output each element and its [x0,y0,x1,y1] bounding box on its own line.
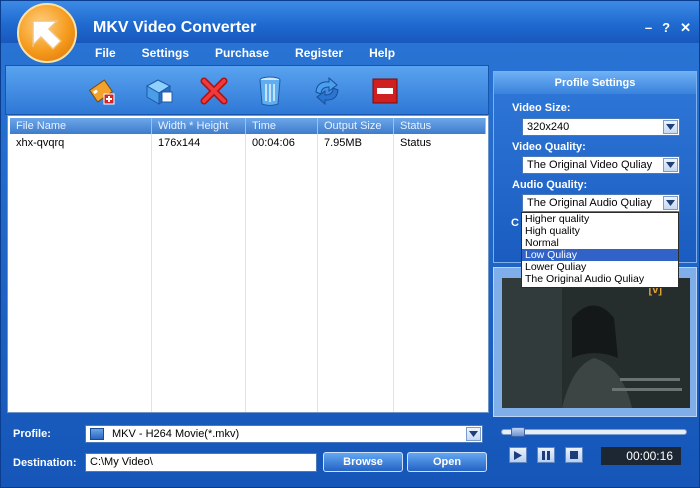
destination-input[interactable]: C:\My Video\ [85,453,317,472]
chevron-down-icon[interactable] [663,158,678,172]
profile-select[interactable]: MKV - H264 Movie(*.mkv) [85,425,483,443]
audio-option[interactable]: Lower Quliay [522,261,678,273]
stop-icon [372,78,398,104]
minimize-button[interactable]: – [645,21,652,35]
cell-time: 00:04:06 [252,137,295,149]
stop-square-icon [570,451,578,459]
pause-icon [542,450,550,460]
audio-option[interactable]: Normal [522,237,678,249]
column-divider [317,134,318,412]
open-button[interactable]: Open [407,452,487,472]
cell-dimensions: 176x144 [158,137,201,149]
column-divider [151,134,152,412]
column-header-time[interactable]: Time [246,118,318,134]
audio-option-selected[interactable]: Low Quliay [522,249,678,261]
title-bar: MKV Video Converter – ? ✕ [1,1,699,43]
menu-register[interactable]: Register [295,46,343,60]
menu-settings[interactable]: Settings [142,46,189,60]
add-video-icon [88,79,115,105]
cell-status: Status [400,137,432,149]
main-window: MKV Video Converter – ? ✕ File Settings … [0,0,700,488]
column-header-file-name[interactable]: File Name [10,118,152,134]
menu-file[interactable]: File [95,46,116,60]
add-folder-button[interactable] [142,74,176,108]
column-header-output-size[interactable]: Output Size [318,118,394,134]
app-logo [17,3,77,63]
channels-label-partial: C [511,217,519,229]
video-quality-select[interactable]: The Original Video Quliay [522,156,680,174]
audio-option[interactable]: High quality [522,225,678,237]
chevron-down-icon[interactable] [663,196,678,210]
video-quality-label: Video Quality: [512,141,586,153]
column-header-status[interactable]: Status [394,118,486,134]
destination-label: Destination: [13,457,77,469]
seek-bar[interactable] [501,427,687,437]
audio-quality-dropdown[interactable]: Higher quality High quality Normal Low Q… [521,212,679,288]
preview-panel: [v] [493,267,697,417]
menu-purchase[interactable]: Purchase [215,46,269,60]
trash-icon [259,76,281,106]
video-preview[interactable]: [v] [502,278,690,408]
audio-quality-value: The Original Audio Quliay [527,197,652,209]
video-quality-value: The Original Video Quliay [527,159,653,171]
column-divider [245,134,246,412]
stop-playback-button[interactable] [565,447,583,463]
clear-button[interactable] [253,74,287,108]
cell-file-name: xhx-qvqrq [16,137,65,149]
convert-icon [315,76,339,106]
profile-value: MKV - H264 Movie(*.mkv) [112,428,240,440]
audio-quality-label: Audio Quality: [512,179,588,191]
stop-button[interactable] [368,74,402,108]
film-icon [90,428,104,440]
cell-output-size: 7.95MB [324,137,362,149]
profile-settings-header: Profile Settings [494,72,696,94]
delete-button[interactable] [197,74,231,108]
video-size-select[interactable]: 320x240 [522,118,680,136]
video-frame-image [502,278,690,408]
app-title: MKV Video Converter [93,19,257,36]
video-size-label: Video Size: [512,102,571,114]
video-size-value: 320x240 [527,121,570,133]
audio-option[interactable]: The Original Audio Quliay [522,273,678,285]
chevron-down-icon[interactable] [466,427,481,441]
browse-button[interactable]: Browse [323,452,403,472]
file-list[interactable]: File Name Width * Height Time Output Siz… [7,115,489,413]
seek-thumb[interactable] [511,427,525,437]
help-button[interactable]: ? [662,21,670,35]
add-video-button[interactable] [86,74,120,108]
playback-time: 00:00:16 [601,447,681,465]
play-icon [514,450,522,460]
convert-button[interactable] [310,74,344,108]
play-button[interactable] [509,447,527,463]
logo-arrow-icon [32,20,63,51]
profile-label: Profile: [13,428,51,440]
pause-button[interactable] [537,447,555,463]
window-controls: – ? ✕ [645,21,691,35]
column-header-dimensions[interactable]: Width * Height [152,118,246,134]
add-folder-icon [145,79,173,105]
menu-help[interactable]: Help [369,46,395,60]
chevron-down-icon[interactable] [663,120,678,134]
audio-option[interactable]: Higher quality [522,213,678,225]
audio-quality-select[interactable]: The Original Audio Quliay [522,194,680,212]
toolbar [5,65,489,115]
close-button[interactable]: ✕ [680,21,691,35]
menu-bar: File Settings Purchase Register Help [95,46,421,60]
column-divider [393,134,394,412]
delete-icon [200,77,228,105]
